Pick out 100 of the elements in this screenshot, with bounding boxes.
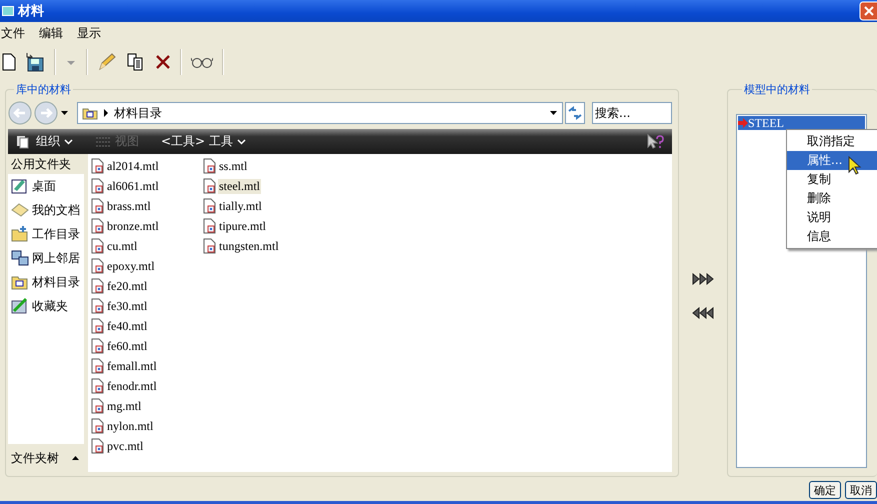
- context-menu-item[interactable]: 删除: [787, 189, 877, 208]
- file-name: fe40.mtl: [106, 318, 148, 334]
- cursor-icon: [848, 156, 862, 176]
- glasses-icon[interactable]: [191, 55, 213, 69]
- breadcrumb-arrow-icon: [103, 109, 109, 117]
- refresh-icon[interactable]: [565, 102, 585, 124]
- command-button[interactable]: 组织: [16, 133, 73, 150]
- file-item[interactable]: brass.mtl: [91, 196, 203, 216]
- caret-icon: [71, 455, 80, 461]
- file-name: fe20.mtl: [106, 278, 148, 294]
- pencil-icon[interactable]: [97, 52, 117, 72]
- favorites-icon: [11, 297, 29, 315]
- file-name: cu.mtl: [106, 238, 138, 254]
- delete-icon[interactable]: [155, 54, 171, 70]
- dialog-button[interactable]: 确定: [809, 481, 841, 499]
- file-item[interactable]: epoxy.mtl: [91, 256, 203, 276]
- file-item[interactable]: fe20.mtl: [91, 276, 203, 296]
- file-item[interactable]: fenodr.mtl: [91, 376, 203, 396]
- add-all-icon[interactable]: [692, 272, 714, 284]
- file-item[interactable]: fe40.mtl: [91, 316, 203, 336]
- remove-all-icon[interactable]: [692, 306, 714, 318]
- file-name: epoxy.mtl: [106, 258, 156, 274]
- file-item[interactable]: tially.mtl: [203, 196, 315, 216]
- file-icon: [91, 278, 105, 294]
- menu-item[interactable]: 文件: [1, 24, 25, 42]
- chevron-icon: [64, 138, 73, 144]
- documents-icon: [11, 201, 29, 219]
- file-item[interactable]: al6061.mtl: [91, 176, 203, 196]
- file-name: tungsten.mtl: [218, 238, 280, 254]
- dropdown-arrow-icon[interactable]: [549, 110, 558, 116]
- view-icon: [95, 136, 111, 148]
- file-item[interactable]: mg.mtl: [91, 396, 203, 416]
- context-menu-item[interactable]: 说明: [787, 208, 877, 227]
- sidebar-item[interactable]: 材料目录: [8, 270, 84, 294]
- folder-icon: [82, 106, 98, 120]
- help-icon[interactable]: [646, 134, 664, 150]
- sidebar-heading: 公用文件夹: [10, 156, 72, 173]
- file-icon: [91, 398, 105, 414]
- file-name: steel.mtl: [218, 178, 261, 194]
- search-field[interactable]: 搜索...: [592, 102, 672, 124]
- sidebar-item[interactable]: 收藏夹: [8, 294, 84, 318]
- chevron-icon: [236, 138, 246, 144]
- dialog-button[interactable]: 取消: [845, 481, 877, 499]
- file-icon: [203, 158, 217, 174]
- file-item[interactable]: femall.mtl: [91, 356, 203, 376]
- file-name: tipure.mtl: [218, 218, 267, 234]
- command-button[interactable]: <工具> 工具: [161, 133, 246, 150]
- window-title: 材料: [18, 3, 44, 20]
- file-item[interactable]: nylon.mtl: [91, 416, 203, 436]
- file-name: fenodr.mtl: [106, 378, 158, 394]
- file-item[interactable]: tungsten.mtl: [203, 236, 315, 256]
- file-name: nylon.mtl: [106, 418, 154, 434]
- menu-item[interactable]: 显示: [77, 24, 101, 42]
- file-name: pvc.mtl: [106, 438, 144, 454]
- desktop-icon: [11, 177, 29, 195]
- file-icon: [91, 358, 105, 374]
- context-menu-item[interactable]: 取消指定: [787, 132, 877, 151]
- file-icon: [91, 198, 105, 214]
- new-document-icon[interactable]: [2, 53, 16, 71]
- group-title: 模型中的材料: [742, 82, 812, 97]
- context-menu-item[interactable]: 信息: [787, 227, 877, 246]
- menu-item[interactable]: 编辑: [39, 24, 63, 42]
- file-item[interactable]: fe30.mtl: [91, 296, 203, 316]
- file-name: brass.mtl: [106, 198, 152, 214]
- file-name: mg.mtl: [106, 398, 142, 414]
- sidebar-item[interactable]: 我的文档: [8, 198, 84, 222]
- file-item[interactable]: pvc.mtl: [91, 436, 203, 456]
- file-icon: [203, 178, 217, 194]
- sidebar-item[interactable]: 桌面: [8, 174, 84, 198]
- folder-tree-toggle[interactable]: 文件夹树: [8, 444, 84, 472]
- file-item[interactable]: steel.mtl: [203, 176, 315, 196]
- file-icon: [91, 418, 105, 434]
- material-item[interactable]: STEEL: [738, 116, 865, 130]
- sidebar-item[interactable]: 工作目录: [8, 222, 84, 246]
- file-name: fe30.mtl: [106, 298, 148, 314]
- sidebar-item[interactable]: 网上邻居: [8, 246, 84, 270]
- file-icon: [91, 258, 105, 274]
- folder-plus-icon: [11, 225, 29, 243]
- save-icon[interactable]: [25, 52, 45, 72]
- network-icon: [11, 249, 29, 267]
- file-icon: [91, 338, 105, 354]
- context-menu-item[interactable]: 复制: [787, 170, 877, 189]
- file-name: al2014.mtl: [106, 158, 160, 174]
- file-item[interactable]: cu.mtl: [91, 236, 203, 256]
- dropdown-arrow-icon[interactable]: [60, 109, 69, 117]
- file-icon: [91, 218, 105, 234]
- file-item[interactable]: bronze.mtl: [91, 216, 203, 236]
- file-icon: [91, 318, 105, 334]
- file-icon: [91, 298, 105, 314]
- path-field[interactable]: 材料目录: [77, 102, 563, 124]
- context-menu-item[interactable]: 属性...: [787, 151, 877, 170]
- file-item[interactable]: tipure.mtl: [203, 216, 315, 236]
- file-item[interactable]: ss.mtl: [203, 156, 315, 176]
- file-icon: [91, 238, 105, 254]
- file-item[interactable]: fe60.mtl: [91, 336, 203, 356]
- close-button[interactable]: [859, 1, 877, 21]
- file-icon: [91, 158, 105, 174]
- file-icon: [91, 178, 105, 194]
- group-title: 库中的材料: [14, 82, 73, 97]
- file-item[interactable]: al2014.mtl: [91, 156, 203, 176]
